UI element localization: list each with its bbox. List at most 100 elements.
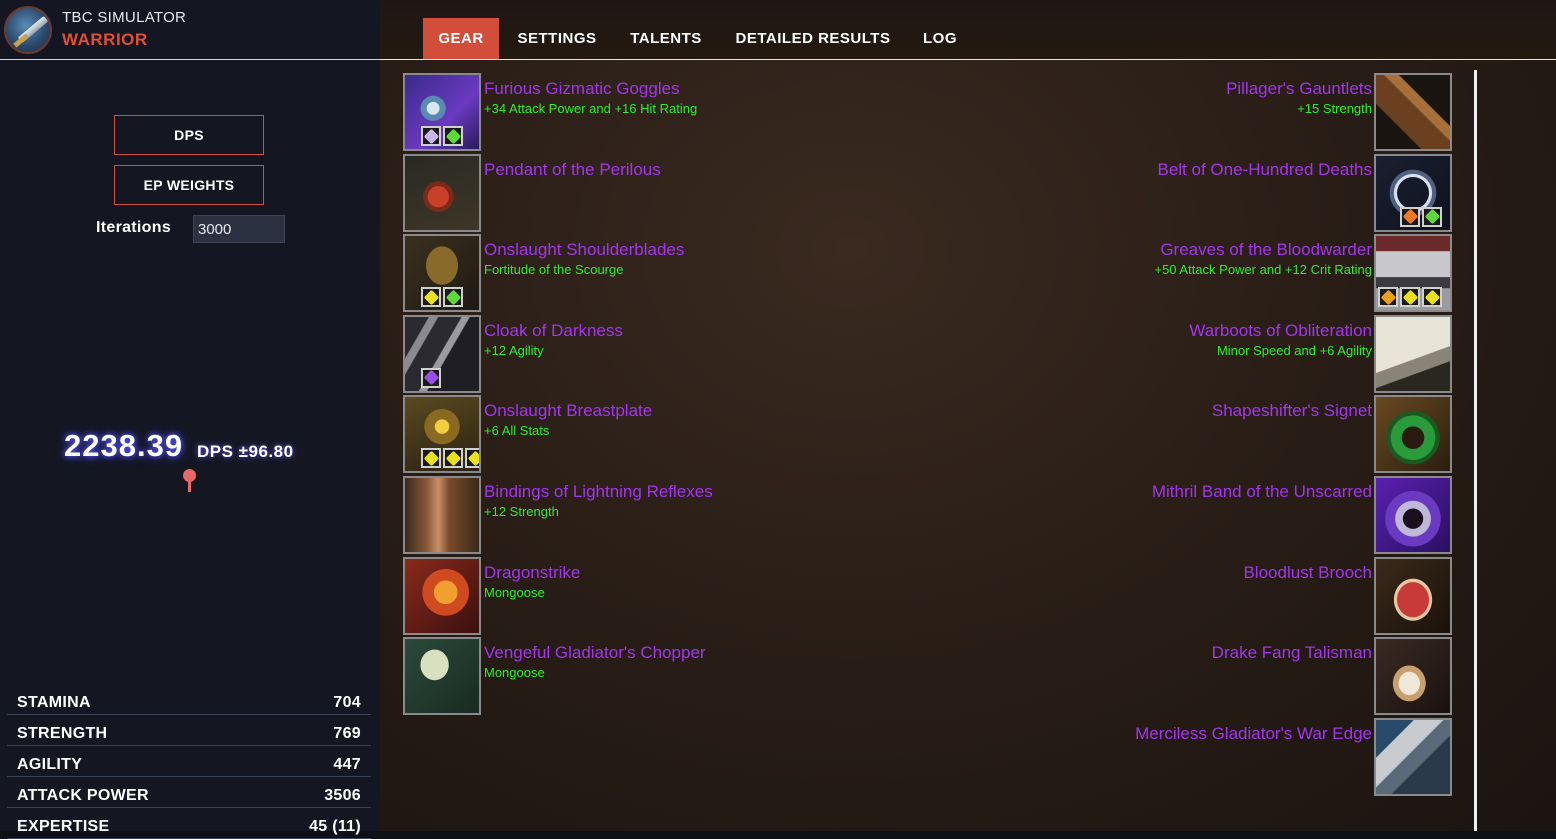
item-name-link[interactable]: Shapeshifter's Signet [1212,401,1372,421]
gem-socket-icon[interactable] [1400,206,1420,227]
gear-slot[interactable]: Dragonstrike Mongoose [403,556,903,635]
cloak-icon[interactable] [403,314,481,393]
gem-socket-icon[interactable] [421,448,441,469]
boots-icon[interactable] [1374,314,1452,393]
gear-slot[interactable]: Furious Gizmatic Goggles +34 Attack Power… [403,73,903,151]
iterations-input[interactable] [193,215,285,243]
gear-slot[interactable]: Vengeful Gladiator's Chopper Mongoose [403,637,903,716]
tab-log[interactable]: LOG [915,18,965,59]
item-name-link[interactable]: Vengeful Gladiator's Chopper [484,643,706,663]
gem-socket-icon[interactable] [421,367,441,388]
tab-settings[interactable]: SETTINGS [507,18,607,59]
belt-icon[interactable] [1374,153,1452,232]
gem-sockets [1400,206,1442,227]
gear-slot[interactable]: Bloodlust Brooch [952,556,1452,635]
item-enchant[interactable]: +15 Strength [1297,101,1372,116]
gear-slot[interactable]: Drake Fang Talisman [952,637,1452,716]
stat-name: EXPERTISE [17,818,110,835]
item-enchant[interactable]: Mongoose [484,665,545,680]
item-name-link[interactable]: Drake Fang Talisman [1212,643,1372,663]
warrior-sword-logo-icon [4,6,52,54]
item-enchant[interactable]: +50 Attack Power and +12 Crit Rating [1154,262,1372,277]
item-enchant[interactable]: +34 Attack Power and +16 Hit Rating [484,101,697,116]
gem-socket-icon[interactable] [1378,287,1398,308]
item-name-link[interactable]: Greaves of the Bloodwarder [1160,240,1372,260]
item-name-link[interactable]: Belt of One-Hundred Deaths [1157,160,1372,180]
thrown-icon[interactable] [1374,717,1452,796]
fang-icon[interactable] [1374,637,1452,716]
item-name-link[interactable]: Mithril Band of the Unscarred [1152,482,1372,502]
item-name-link[interactable]: Onslaught Shoulderblades [484,240,684,260]
gem-socket-icon[interactable] [1400,287,1420,308]
item-enchant[interactable]: Mongoose [484,585,545,600]
item-name-link[interactable]: Warboots of Obliteration [1189,321,1372,341]
tab-detailed-results[interactable]: DETAILED RESULTS [728,18,898,59]
stat-name: STAMINA [17,694,91,711]
stat-row: AGILITY 447 [7,746,371,777]
gem-sockets [421,287,463,308]
gear-slot[interactable]: Onslaught Shoulderblades Fortitude of the… [403,234,903,313]
item-name-link[interactable]: Cloak of Darkness [484,321,623,341]
axe-icon[interactable] [403,637,481,716]
shoulders-icon[interactable] [403,234,481,313]
gear-slot[interactable]: Bindings of Lightning Reflexes +12 Streng… [403,476,903,554]
item-enchant[interactable]: +12 Agility [484,343,544,358]
dps-result-value: 2238.39 [64,428,184,463]
gem-socket-icon[interactable] [1422,287,1442,308]
gear-slot[interactable]: Pendant of the Perilous [403,153,903,232]
gem-socket-icon[interactable] [421,287,441,308]
gem-socket-icon[interactable] [443,287,463,308]
gem-sockets [1378,287,1442,308]
dragon-sword-icon[interactable] [403,556,481,635]
gear-slot[interactable]: Warboots of Obliteration Minor Speed and … [952,314,1452,393]
iterations-label: Iterations [96,219,172,236]
dps-button[interactable]: DPS [114,115,264,155]
gear-slot[interactable]: Onslaught Breastplate +6 All Stats [403,395,903,474]
gear-slot[interactable]: Greaves of the Bloodwarder +50 Attack Pow… [952,234,1452,313]
gauntlets-icon[interactable] [1374,73,1452,151]
brand-header: TBC SIMULATOR WARRIOR [0,0,380,60]
bracers-icon[interactable] [403,476,481,554]
item-name-link[interactable]: Bloodlust Brooch [1243,563,1372,583]
gem-socket-icon[interactable] [421,126,441,146]
item-name-link[interactable]: Pendant of the Perilous [484,160,661,180]
gear-slot[interactable]: Pillager's Gauntlets +15 Strength [952,73,1452,151]
stat-value: 704 [333,694,361,711]
gem-socket-icon[interactable] [1422,206,1442,227]
tab-talents[interactable]: TALENTS [620,18,712,59]
tab-gear[interactable]: GEAR [423,18,499,59]
ring-green-icon[interactable] [1374,395,1452,474]
gem-sockets [421,126,463,146]
goggles-icon[interactable] [403,73,481,151]
stat-value: 769 [333,725,361,742]
item-name-link[interactable]: Merciless Gladiator's War Edge [1135,724,1372,744]
item-name-link[interactable]: Dragonstrike [484,563,580,583]
sidebar: TBC SIMULATOR WARRIOR DPS EP WEIGHTS Ite… [0,0,380,839]
item-enchant[interactable]: Fortitude of the Scourge [484,262,623,277]
ring-purple-icon[interactable] [1374,476,1452,554]
gem-socket-icon[interactable] [465,448,479,469]
item-enchant[interactable]: +12 Strength [484,504,559,519]
item-enchant[interactable]: +6 All Stats [484,423,549,438]
stat-row: ATTACK POWER 3506 [7,777,371,808]
item-enchant[interactable]: Minor Speed and +6 Agility [1217,343,1372,358]
chest-icon[interactable] [403,395,481,474]
gear-slot[interactable]: Shapeshifter's Signet [952,395,1452,474]
item-name-link[interactable]: Pillager's Gauntlets [1226,79,1372,99]
gem-socket-icon[interactable] [443,126,463,146]
gear-slot[interactable]: Cloak of Darkness +12 Agility [403,314,903,393]
gear-slot[interactable]: Mithril Band of the Unscarred [952,476,1452,554]
gem-socket-icon[interactable] [443,448,463,469]
ep-weights-button[interactable]: EP WEIGHTS [114,165,264,205]
stat-row: EXPERTISE 45 (11) [7,808,371,839]
item-name-link[interactable]: Bindings of Lightning Reflexes [484,482,713,502]
item-name-link[interactable]: Furious Gizmatic Goggles [484,79,680,99]
legs-icon[interactable] [1374,234,1452,313]
item-name-link[interactable]: Onslaught Breastplate [484,401,652,421]
brooch-icon[interactable] [1374,556,1452,635]
gear-slot[interactable]: Merciless Gladiator's War Edge [952,717,1452,796]
stat-row: STRENGTH 769 [7,715,371,746]
pendant-icon[interactable] [403,153,481,232]
stat-name: ATTACK POWER [17,787,149,804]
gear-slot[interactable]: Belt of One-Hundred Deaths [952,153,1452,232]
